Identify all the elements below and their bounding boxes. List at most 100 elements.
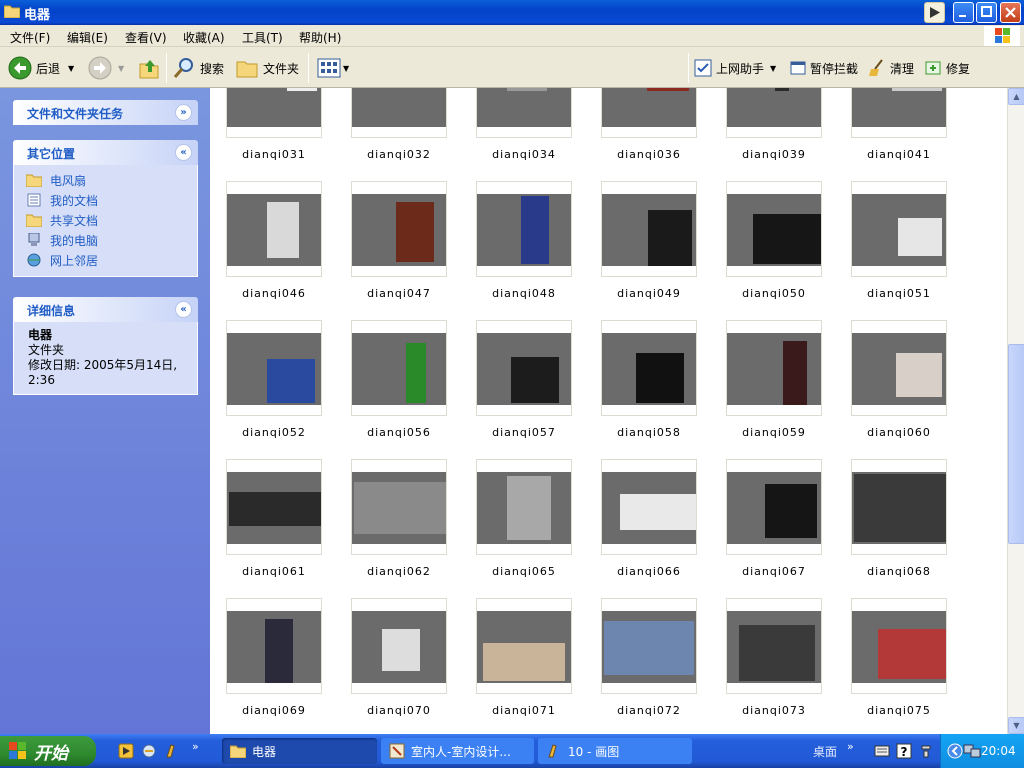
- scroll-up-button[interactable]: ▲: [1008, 88, 1024, 105]
- file-thumbnail[interactable]: [226, 459, 322, 555]
- place-item-shared-documents[interactable]: 共享文档: [14, 210, 197, 230]
- network-connection-icon[interactable]: [963, 742, 981, 760]
- up-button[interactable]: [137, 55, 161, 81]
- menu-view[interactable]: 查看(V): [125, 29, 167, 46]
- file-thumbnail[interactable]: [476, 459, 572, 555]
- file-thumbnail[interactable]: [226, 598, 322, 694]
- collapse-icon[interactable]: «: [175, 144, 192, 161]
- file-name-label[interactable]: dianqi036: [594, 148, 704, 161]
- menu-favorites[interactable]: 收藏(A): [183, 29, 225, 46]
- place-item-my-computer[interactable]: 我的电脑: [14, 230, 197, 250]
- file-name-label[interactable]: dianqi060: [844, 426, 954, 439]
- menu-edit[interactable]: 编辑(E): [67, 29, 108, 46]
- file-thumbnail[interactable]: [726, 181, 822, 277]
- show-more-icon[interactable]: »: [192, 740, 199, 753]
- file-name-label[interactable]: dianqi049: [594, 287, 704, 300]
- file-name-label[interactable]: dianqi068: [844, 565, 954, 578]
- file-thumbnail[interactable]: [226, 320, 322, 416]
- paint-icon[interactable]: [164, 743, 180, 759]
- file-name-label[interactable]: dianqi047: [344, 287, 454, 300]
- file-thumbnail[interactable]: [601, 88, 697, 138]
- file-tasks-header[interactable]: 文件和文件夹任务 »: [13, 100, 198, 125]
- file-name-label[interactable]: dianqi032: [344, 148, 454, 161]
- file-thumbnail[interactable]: [476, 598, 572, 694]
- file-thumbnail[interactable]: [726, 459, 822, 555]
- views-button[interactable]: ▼: [317, 55, 349, 81]
- file-name-label[interactable]: dianqi056: [344, 426, 454, 439]
- file-name-label[interactable]: dianqi039: [719, 148, 829, 161]
- file-thumbnail[interactable]: [726, 88, 822, 138]
- task-explorer[interactable]: 电器: [222, 738, 377, 764]
- file-thumbnail[interactable]: [601, 459, 697, 555]
- details-header[interactable]: 详细信息 «: [13, 297, 198, 322]
- file-thumbnail[interactable]: [226, 88, 322, 138]
- file-thumbnail[interactable]: [851, 88, 947, 138]
- file-name-label[interactable]: dianqi051: [844, 287, 954, 300]
- file-name-label[interactable]: dianqi052: [219, 426, 329, 439]
- file-thumbnail[interactable]: [351, 459, 447, 555]
- file-thumbnail[interactable]: [601, 181, 697, 277]
- file-thumbnail[interactable]: [476, 88, 572, 138]
- file-name-label[interactable]: dianqi059: [719, 426, 829, 439]
- chevron-down-icon[interactable]: ▼: [343, 64, 349, 73]
- file-name-label[interactable]: dianqi066: [594, 565, 704, 578]
- file-thumbnail[interactable]: [226, 181, 322, 277]
- file-name-label[interactable]: dianqi041: [844, 148, 954, 161]
- file-name-label[interactable]: dianqi071: [469, 704, 579, 717]
- file-thumbnail[interactable]: [726, 320, 822, 416]
- file-thumbnail[interactable]: [851, 320, 947, 416]
- file-thumbnail[interactable]: [601, 320, 697, 416]
- chevron-down-icon[interactable]: ▼: [68, 64, 74, 73]
- file-name-label[interactable]: dianqi061: [219, 565, 329, 578]
- file-name-label[interactable]: dianqi072: [594, 704, 704, 717]
- media-icon[interactable]: [924, 2, 945, 23]
- other-places-header[interactable]: 其它位置 «: [13, 140, 198, 165]
- help-icon[interactable]: ?: [896, 743, 912, 759]
- tray-expand-icon[interactable]: [947, 743, 963, 759]
- block-button[interactable]: 暂停拦截: [790, 55, 858, 81]
- file-name-label[interactable]: dianqi050: [719, 287, 829, 300]
- back-button[interactable]: 后退 ▼: [8, 55, 74, 81]
- file-thumbnail[interactable]: [351, 181, 447, 277]
- file-thumbnail[interactable]: [851, 459, 947, 555]
- folders-button[interactable]: 文件夹: [235, 55, 299, 81]
- repair-button[interactable]: 修复: [924, 55, 970, 81]
- file-name-label[interactable]: dianqi075: [844, 704, 954, 717]
- file-thumbnail[interactable]: [476, 320, 572, 416]
- file-name-label[interactable]: dianqi069: [219, 704, 329, 717]
- scroll-down-button[interactable]: ▼: [1008, 717, 1024, 734]
- file-thumbnail[interactable]: [851, 598, 947, 694]
- file-name-label[interactable]: dianqi073: [719, 704, 829, 717]
- file-thumbnail[interactable]: [351, 598, 447, 694]
- collapse-icon[interactable]: «: [175, 301, 192, 318]
- file-thumbnail[interactable]: [351, 320, 447, 416]
- search-button[interactable]: 搜索: [172, 55, 224, 81]
- quick-launch-icon[interactable]: [141, 743, 157, 759]
- clock[interactable]: 20:04: [981, 744, 1016, 758]
- place-item-fan[interactable]: 电风扇: [14, 170, 197, 190]
- expand-icon[interactable]: »: [175, 104, 192, 121]
- vertical-scrollbar[interactable]: ▲ ▼: [1007, 88, 1024, 734]
- file-thumbnail[interactable]: [351, 88, 447, 138]
- start-button[interactable]: 开始: [0, 736, 96, 766]
- file-name-label[interactable]: dianqi031: [219, 148, 329, 161]
- chevron-down-icon[interactable]: ▼: [770, 64, 776, 73]
- task-paint[interactable]: 10 - 画图: [538, 738, 692, 764]
- clean-button[interactable]: 清理: [868, 55, 914, 81]
- file-thumbnail[interactable]: [851, 181, 947, 277]
- file-name-label[interactable]: dianqi048: [469, 287, 579, 300]
- file-thumbnail[interactable]: [476, 181, 572, 277]
- close-button[interactable]: [1000, 2, 1021, 23]
- menu-file[interactable]: 文件(F): [10, 29, 50, 46]
- chevron-down-icon[interactable]: ▼: [118, 64, 124, 73]
- place-item-my-documents[interactable]: 我的文档: [14, 190, 197, 210]
- menu-tools[interactable]: 工具(T): [242, 29, 283, 46]
- scroll-thumb[interactable]: [1008, 344, 1024, 544]
- file-name-label[interactable]: dianqi058: [594, 426, 704, 439]
- task-browser[interactable]: 室内人-室内设计...: [381, 738, 534, 764]
- file-name-label[interactable]: dianqi067: [719, 565, 829, 578]
- file-name-label[interactable]: dianqi062: [344, 565, 454, 578]
- file-name-label[interactable]: dianqi065: [469, 565, 579, 578]
- file-thumbnail[interactable]: [601, 598, 697, 694]
- file-thumbnail[interactable]: [726, 598, 822, 694]
